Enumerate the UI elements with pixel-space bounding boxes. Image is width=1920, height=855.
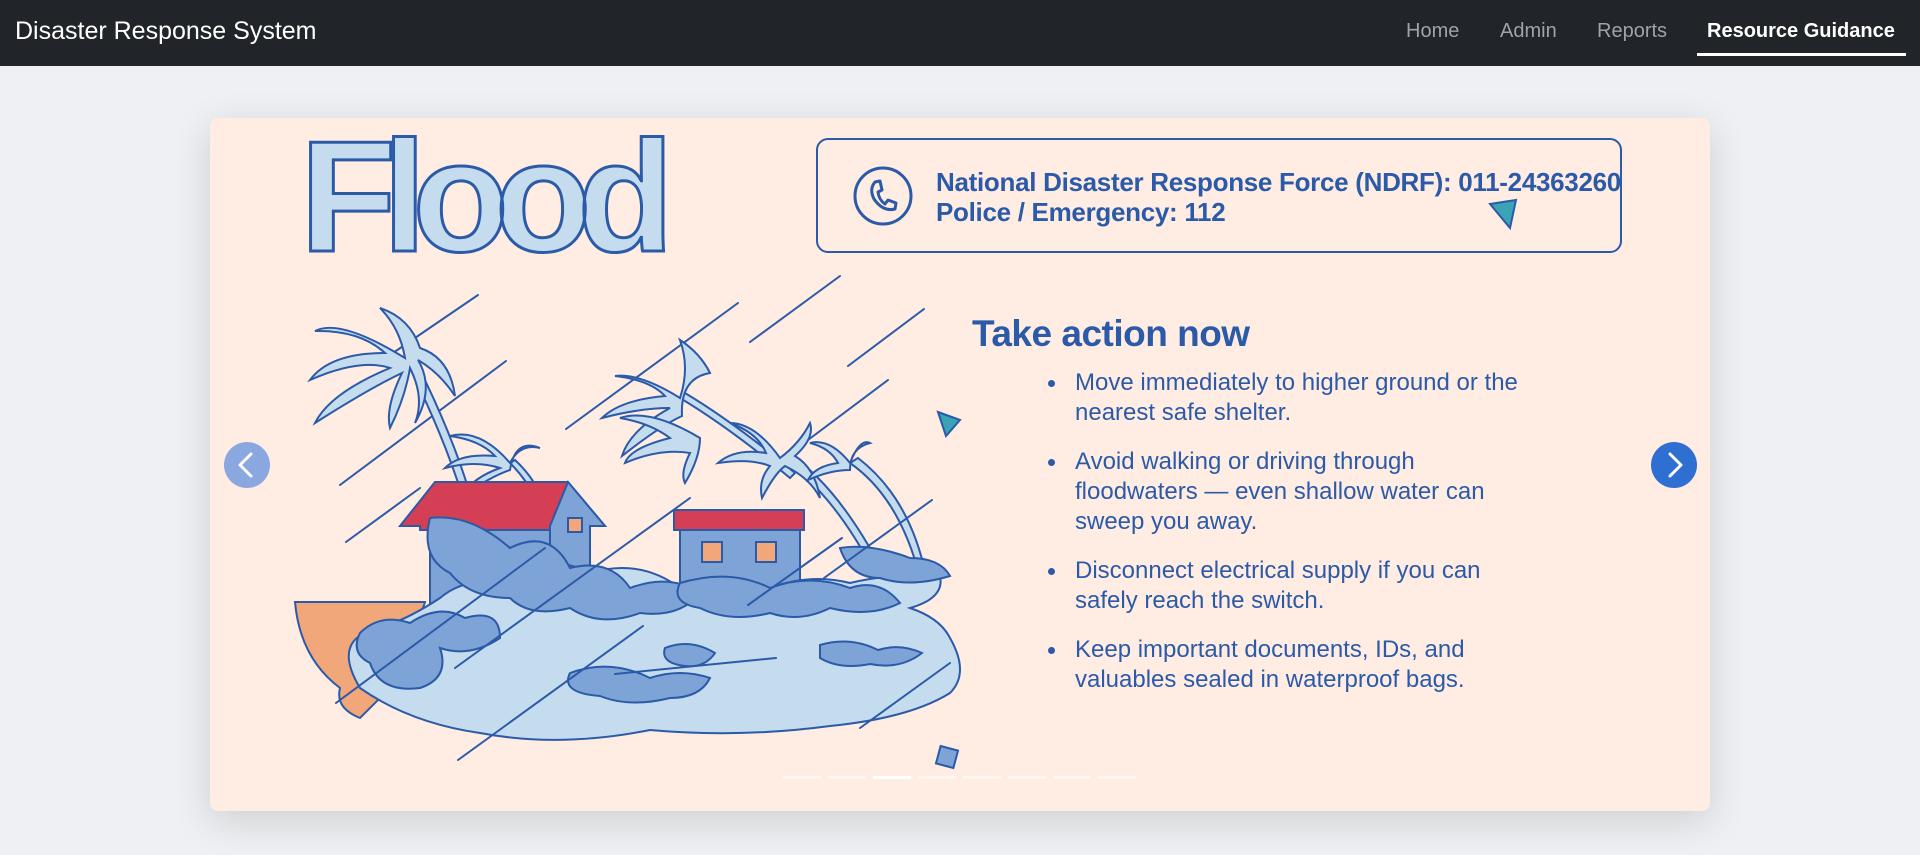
top-navbar: Disaster Response System Home Admin Repo… (0, 0, 1920, 66)
nav-home[interactable]: Home (1406, 20, 1459, 43)
action-list: Move immediately to higher ground or the… (1045, 368, 1525, 714)
contact-police: Police / Emergency: 112 (936, 197, 1226, 227)
chevron-right-icon (1668, 452, 1683, 478)
action-item: Move immediately to higher ground or the… (1045, 368, 1525, 428)
brand-title[interactable]: Disaster Response System (15, 17, 317, 46)
carousel-indicator[interactable] (873, 776, 911, 779)
carousel-indicator[interactable] (783, 776, 821, 779)
guidance-carousel: Flood National Disaster Response Force (… (210, 118, 1710, 811)
action-item: Disconnect electrical supply if you can … (1045, 556, 1525, 616)
contact-ndrf: National Disaster Response Force (NDRF):… (936, 167, 1621, 197)
carousel-indicator[interactable] (918, 776, 956, 779)
action-item: Avoid walking or driving through floodwa… (1045, 447, 1525, 537)
active-nav-underline (1697, 53, 1906, 56)
carousel-indicator[interactable] (828, 776, 866, 779)
nav-admin[interactable]: Admin (1500, 20, 1557, 43)
action-item: Keep important documents, IDs, and valua… (1045, 635, 1525, 695)
carousel-indicator[interactable] (1098, 776, 1136, 779)
carousel-prev-button[interactable] (224, 442, 270, 488)
carousel-indicator[interactable] (1008, 776, 1046, 779)
nav-reports[interactable]: Reports (1597, 20, 1667, 43)
emergency-contacts-box: National Disaster Response Force (NDRF):… (816, 138, 1622, 253)
carousel-indicator[interactable] (1053, 776, 1091, 779)
slide-title: Flood (300, 118, 664, 285)
action-heading: Take action now (972, 313, 1250, 354)
carousel-next-button[interactable] (1651, 442, 1697, 488)
nav-resource-guidance[interactable]: Resource Guidance (1707, 20, 1895, 43)
carousel-indicator[interactable] (963, 776, 1001, 779)
phone-icon (853, 166, 913, 226)
chevron-left-icon (238, 452, 253, 478)
